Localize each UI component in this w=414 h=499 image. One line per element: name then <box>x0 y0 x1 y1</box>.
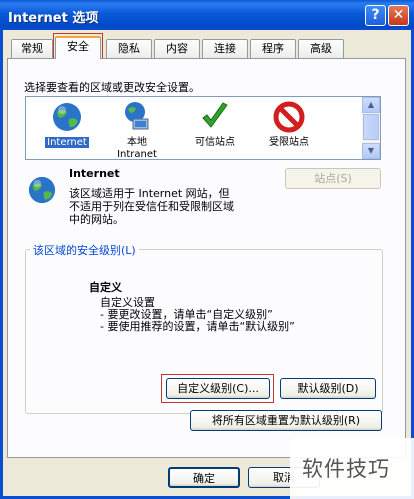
scroll-up-icon[interactable]: ▲ <box>362 97 380 113</box>
scroll-thumb[interactable] <box>363 114 379 140</box>
zone-list-scrollbar[interactable]: ▲ ▼ <box>362 97 380 159</box>
tab-security[interactable]: 安全 <box>55 36 101 59</box>
security-level-line-3: - 要使用推荐的设置，请单击“默认级别” <box>100 320 295 333</box>
check-icon <box>202 102 228 128</box>
tab-privacy[interactable]: 隐私 <box>106 39 152 58</box>
custom-level-button[interactable]: 自定义级别(C)... <box>166 378 270 399</box>
window-title: Internet 选项 <box>8 11 99 26</box>
globe-icon <box>53 103 81 131</box>
default-level-button[interactable]: 默认级别(D) <box>280 378 376 399</box>
tab-connections[interactable]: 连接 <box>202 39 248 58</box>
security-level-group-title: 该区域的安全级别(L) <box>30 242 139 258</box>
security-level-name: 自定义 <box>89 281 122 294</box>
zone-prompt: 选择要查看的区域或更改安全设置。 <box>24 81 200 94</box>
watermark: 软件技巧 <box>290 438 414 499</box>
window-border-left <box>0 30 3 499</box>
close-button[interactable]: ✕ <box>388 5 409 26</box>
tab-general[interactable]: 常规 <box>11 39 53 58</box>
zone-internet-label: Internet <box>45 137 89 148</box>
zone-restricted-sites-label: 受限站点 <box>269 137 309 148</box>
tab-content[interactable]: 内容 <box>154 39 200 58</box>
restricted-icon <box>273 101 305 133</box>
zone-list[interactable]: Internet 本地 Intranet 可信站点 受限站点 <box>25 96 381 160</box>
scroll-down-icon[interactable]: ▼ <box>362 143 380 159</box>
globe-icon <box>28 176 56 204</box>
help-button[interactable]: ? <box>365 5 386 26</box>
tab-programs[interactable]: 程序 <box>250 39 296 58</box>
sites-button[interactable]: 站点(S) <box>285 168 381 189</box>
zone-local-intranet-label: 本地 Intranet <box>117 137 157 160</box>
title-bar: Internet 选项 ? ✕ <box>0 0 414 30</box>
tab-advanced[interactable]: 高级 <box>298 39 344 58</box>
zone-description-line-3: 中的网站。 <box>69 213 124 226</box>
reset-all-zones-button[interactable]: 将所有区域重置为默认级别(R) <box>190 410 382 431</box>
ok-button[interactable]: 确定 <box>168 467 240 488</box>
zone-trusted-sites-label: 可信站点 <box>195 137 235 148</box>
local-intranet-icon <box>125 102 149 130</box>
zone-title: Internet <box>69 167 120 180</box>
